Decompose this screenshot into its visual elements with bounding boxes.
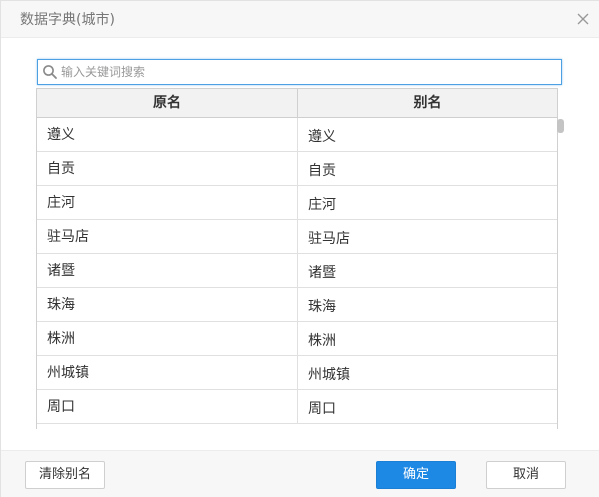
- original-name-cell: 自贡: [47, 161, 75, 177]
- alias-cell[interactable]: 州城镇: [297, 356, 557, 389]
- alias-cell[interactable]: 驻马店: [297, 220, 557, 253]
- scrollbar-thumb[interactable]: [557, 119, 564, 133]
- table-body: 遵义 遵义 自贡 自贡 庄河 庄河 驻马店 驻马店 诸暨 诸暨 珠海 珠海 株洲…: [37, 118, 557, 424]
- table-row[interactable]: 庄河 庄河: [37, 186, 557, 220]
- alias-cell[interactable]: 诸暨: [297, 254, 557, 287]
- original-name-cell: 株洲: [47, 331, 75, 347]
- search-box[interactable]: [37, 59, 562, 85]
- dialog-footer: 清除别名 确定 取消: [1, 450, 599, 497]
- dict-table: 原名 别名 遵义 遵义 自贡 自贡 庄河 庄河 驻马店 驻马店 诸暨 诸暨 珠海…: [36, 88, 558, 429]
- confirm-button[interactable]: 确定: [376, 461, 456, 489]
- dict-dialog: 数据字典(城市) 原名 别名 遵义 遵义 自贡: [0, 0, 599, 497]
- table-row[interactable]: 驻马店 驻马店: [37, 220, 557, 254]
- dialog-title: 数据字典(城市): [20, 12, 115, 28]
- original-name-cell: 州城镇: [47, 365, 89, 381]
- table-row[interactable]: 州城镇 州城镇: [37, 356, 557, 390]
- table-row[interactable]: 株洲 株洲: [37, 322, 557, 356]
- alias-cell[interactable]: 周口: [297, 390, 557, 423]
- original-name-cell: 遵义: [47, 127, 75, 143]
- cancel-button[interactable]: 取消: [486, 461, 566, 489]
- table-row[interactable]: 诸暨 诸暨: [37, 254, 557, 288]
- table-scrollbar[interactable]: [557, 119, 564, 429]
- clear-alias-button[interactable]: 清除别名: [25, 461, 105, 489]
- table-row[interactable]: 珠海 珠海: [37, 288, 557, 322]
- original-name-cell: 驻马店: [47, 229, 89, 245]
- dialog-title-bar: 数据字典(城市): [1, 1, 599, 38]
- table-row[interactable]: 自贡 自贡: [37, 152, 557, 186]
- table-header: 原名 别名: [37, 88, 557, 118]
- original-name-cell: 周口: [47, 399, 75, 415]
- column-header-original: 原名: [153, 95, 181, 111]
- column-header-alias: 别名: [297, 89, 557, 117]
- original-name-cell: 庄河: [47, 195, 75, 211]
- alias-cell[interactable]: 株洲: [297, 322, 557, 355]
- table-row[interactable]: 遵义 遵义: [37, 118, 557, 152]
- alias-cell[interactable]: 庄河: [297, 186, 557, 219]
- search-input[interactable]: [61, 63, 551, 81]
- search-icon: [42, 64, 58, 80]
- close-icon[interactable]: [575, 11, 591, 27]
- alias-cell[interactable]: 珠海: [297, 288, 557, 321]
- alias-cell[interactable]: 自贡: [297, 152, 557, 185]
- original-name-cell: 珠海: [47, 297, 75, 313]
- original-name-cell: 诸暨: [47, 263, 75, 279]
- alias-cell[interactable]: 遵义: [297, 118, 557, 151]
- table-row[interactable]: 周口 周口: [37, 390, 557, 424]
